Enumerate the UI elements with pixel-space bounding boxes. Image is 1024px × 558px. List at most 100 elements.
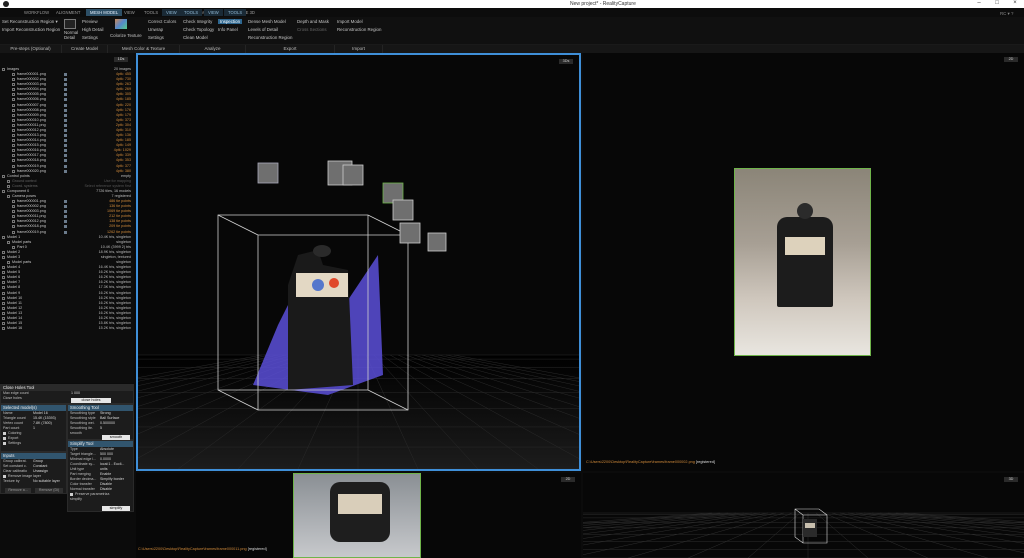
camera-frustum[interactable] — [392, 199, 414, 221]
tab-tools-9[interactable]: TOOLS — [180, 9, 203, 16]
image-thumb-icon[interactable] — [64, 230, 67, 234]
info-panel-button[interactable]: Info Panel — [218, 27, 238, 32]
check-topology-button[interactable]: Check Topology — [183, 27, 214, 32]
tab-view-8[interactable]: VIEW — [162, 9, 181, 16]
image-thumb-icon[interactable] — [64, 128, 67, 132]
expand-icon[interactable] — [12, 215, 15, 219]
expand-icon[interactable] — [12, 93, 15, 97]
image-preview-frame000011[interactable] — [293, 473, 421, 558]
import-region-button[interactable]: Reconstruction Region — [337, 27, 381, 32]
expand-icon[interactable] — [12, 103, 15, 107]
expand-icon[interactable] — [2, 296, 5, 300]
viewport-2d-right[interactable]: 2D C:\Users\2200\Desktop\RealityCapture\… — [583, 53, 1024, 471]
expand-icon[interactable] — [12, 230, 15, 234]
inspection-button[interactable]: Inspection — [218, 19, 243, 24]
expand-icon[interactable] — [12, 88, 15, 92]
expand-icon[interactable] — [2, 250, 5, 254]
camera-frustum[interactable] — [399, 222, 421, 244]
preserve-checkbox[interactable] — [70, 493, 73, 496]
export-reconstruction-region-button[interactable]: Reconstruction Region — [248, 35, 292, 40]
expand-icon[interactable] — [3, 432, 6, 435]
image-thumb-icon[interactable] — [64, 83, 67, 87]
expand-icon[interactable] — [12, 108, 15, 112]
remove-a-button[interactable]: Remove a... — [5, 488, 31, 493]
camera-frustum[interactable] — [342, 164, 364, 186]
unwrap-button[interactable]: Unwrap — [148, 27, 163, 32]
close-button[interactable]: × — [1006, 0, 1024, 8]
expand-icon[interactable] — [7, 179, 10, 183]
expand-icon[interactable] — [12, 83, 15, 87]
scene-3d-canvas[interactable] — [138, 55, 579, 469]
image-thumb-icon[interactable] — [64, 159, 67, 163]
image-thumb-icon[interactable] — [64, 139, 67, 143]
section-settings[interactable]: Settings — [1, 441, 66, 446]
viewport-3d-main[interactable]: 3Ds — [136, 53, 581, 471]
depth-and-mask-button[interactable]: Depth and Mask — [297, 19, 329, 24]
help-menu[interactable]: RC ▾ ? — [1000, 11, 1013, 17]
expand-icon[interactable] — [7, 195, 10, 198]
expand-icon[interactable] — [12, 205, 15, 209]
minimize-button[interactable]: – — [970, 0, 988, 8]
expand-icon[interactable] — [12, 78, 15, 82]
viewport-3d-bottom[interactable]: 3D — [583, 473, 1024, 558]
viewport-2d-label[interactable]: 2D — [1004, 57, 1018, 62]
correct-colors-button[interactable]: Correct Colors — [148, 19, 176, 24]
viewport-2d-bottom-label[interactable]: 2D — [561, 477, 575, 482]
expand-icon[interactable] — [2, 266, 5, 270]
expand-icon[interactable] — [2, 306, 5, 310]
expand-icon[interactable] — [12, 73, 15, 77]
expand-icon[interactable] — [12, 200, 15, 204]
expand-icon[interactable] — [7, 240, 10, 244]
camera-frustum[interactable] — [257, 162, 279, 184]
image-thumb-icon[interactable] — [64, 88, 67, 92]
maximize-button[interactable]: □ — [988, 0, 1006, 8]
colorize-texture-button[interactable]: Colorize Texture — [110, 33, 142, 38]
image-thumb-icon[interactable] — [64, 154, 67, 158]
check-integrity-button[interactable]: Check Integrity — [183, 19, 212, 24]
cross-sections-button[interactable]: Cross Sections — [297, 27, 327, 32]
preview-button[interactable]: Preview — [82, 19, 98, 24]
expand-icon[interactable] — [7, 261, 10, 265]
expand-icon[interactable] — [2, 322, 5, 325]
expand-icon[interactable] — [2, 281, 5, 285]
expand-icon[interactable] — [12, 220, 15, 224]
image-thumb-icon[interactable] — [64, 134, 67, 138]
expand-icon[interactable] — [12, 210, 15, 214]
expand-icon[interactable] — [12, 149, 15, 153]
image-thumb-icon[interactable] — [64, 164, 67, 168]
image-thumb-icon[interactable] — [64, 108, 67, 112]
expand-icon[interactable] — [2, 174, 5, 178]
expand-icon[interactable] — [2, 301, 5, 305]
expand-icon[interactable] — [2, 68, 5, 71]
expand-icon[interactable] — [12, 113, 15, 117]
normal-detail-button[interactable]: Normal Detail — [64, 30, 78, 40]
image-thumb-icon[interactable] — [64, 93, 67, 97]
import-reconstruction-region-button[interactable]: Import Reconstruction Region — [2, 27, 60, 32]
high-detail-button[interactable]: High Detail — [82, 27, 103, 32]
expand-icon[interactable] — [12, 144, 15, 148]
set-reconstruction-region-button[interactable]: Set Reconstruction Region ▾ — [2, 19, 58, 25]
expand-icon[interactable] — [2, 311, 5, 315]
expand-icon[interactable] — [2, 189, 5, 193]
image-thumb-icon[interactable] — [64, 78, 67, 82]
scene-3d-mini-canvas[interactable] — [583, 473, 1024, 558]
create-settings-button[interactable]: Settings — [82, 35, 98, 40]
image-thumb-icon[interactable] — [64, 200, 67, 204]
expand-icon[interactable] — [12, 118, 15, 122]
camera-frustum[interactable] — [427, 232, 447, 252]
expand-icon[interactable] — [12, 134, 15, 138]
image-thumb-icon[interactable] — [64, 225, 67, 229]
texture-by-value[interactable]: No suitable layer — [33, 479, 60, 484]
image-thumb-icon[interactable] — [64, 123, 67, 127]
image-thumb-icon[interactable] — [64, 118, 67, 122]
expand-icon[interactable] — [7, 184, 10, 188]
expand-icon[interactable] — [2, 271, 5, 275]
remove-di-button[interactable]: Remove (Di) — [35, 488, 63, 493]
expand-icon[interactable] — [2, 291, 5, 295]
texture-settings-button[interactable]: Settings — [148, 35, 164, 40]
image-thumb-icon[interactable] — [64, 98, 67, 102]
image-thumb-icon[interactable] — [64, 220, 67, 224]
expand-icon[interactable] — [2, 286, 5, 290]
tree-row[interactable]: Model 16 15.2K tris, singleton — [0, 326, 134, 331]
remove-layer-checkbox[interactable] — [3, 475, 6, 478]
